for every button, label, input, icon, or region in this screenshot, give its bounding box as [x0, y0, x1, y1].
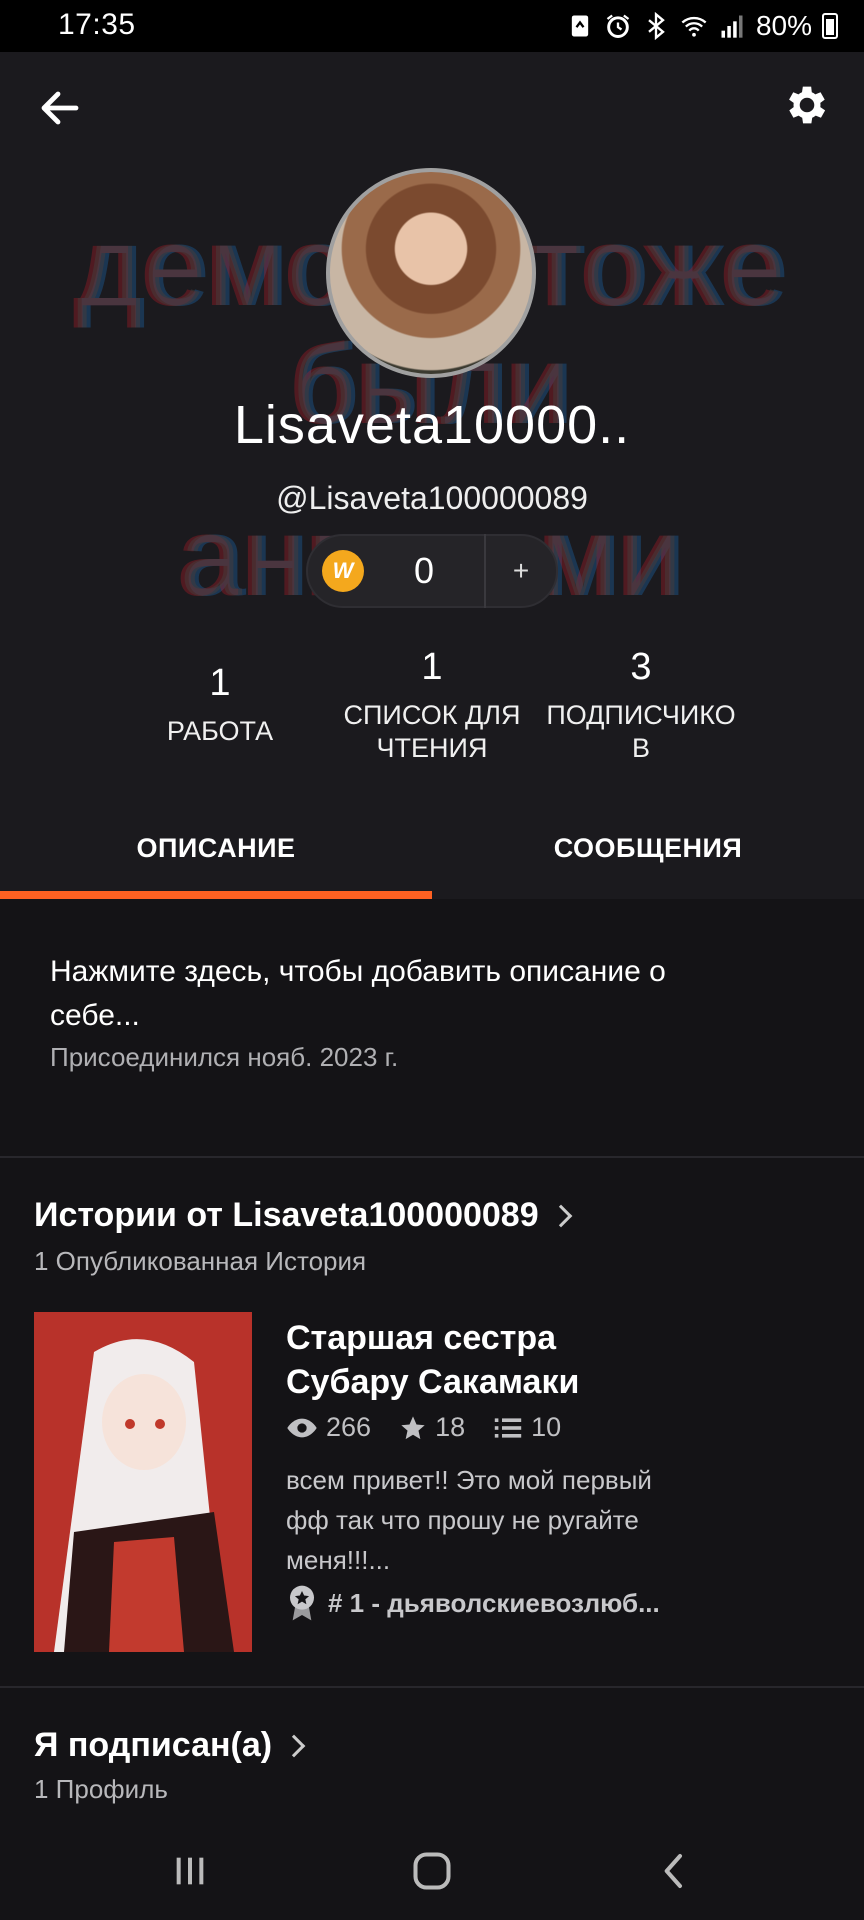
back-button[interactable]: [645, 1846, 705, 1896]
stat-value: 1: [421, 646, 443, 688]
votes-count: 18: [399, 1412, 465, 1443]
ribbon-badge-icon: [290, 1585, 314, 1621]
parts-value: 10: [531, 1412, 562, 1442]
add-coins-button[interactable]: +: [486, 555, 556, 587]
stat-label: РАБОТА: [166, 716, 274, 746]
story-cover[interactable]: [34, 1312, 252, 1652]
back-arrow-icon[interactable]: [36, 84, 84, 132]
add-description-prompt[interactable]: Нажмите здесь, чтобы добавить описание о…: [50, 950, 750, 1038]
following-header[interactable]: Я подписан(а): [34, 1726, 306, 1765]
coin-balance: 0: [413, 550, 435, 591]
parts-count: 10: [493, 1412, 561, 1443]
tab-description[interactable]: ОПИСАНИЕ: [0, 797, 432, 899]
tab-messages[interactable]: СООБЩЕНИЯ: [432, 797, 864, 899]
votes-value: 18: [435, 1412, 466, 1442]
eye-icon: [287, 1418, 317, 1437]
stat-label: ПОДПИСЧИКОВ: [546, 700, 736, 763]
stat-value: 1: [209, 662, 231, 704]
display-name: Lisaveta10000..: [233, 395, 631, 455]
list-icon: [494, 1417, 522, 1438]
stat-works[interactable]: 1 РАБОТА: [140, 662, 300, 748]
signal-icon: [721, 15, 743, 38]
star-icon: [401, 1415, 425, 1439]
story-stats: 266 18 10: [286, 1412, 589, 1443]
home-icon: [413, 1852, 451, 1890]
bluetooth-icon: [648, 12, 665, 40]
alarm-icon: [606, 14, 630, 38]
coins-widget: W 0 +: [306, 534, 558, 608]
about-section[interactable]: Нажмите здесь, чтобы добавить описание о…: [50, 950, 750, 1073]
reads-value: 266: [326, 1412, 372, 1442]
section-divider: [0, 1686, 864, 1688]
home-button[interactable]: [402, 1846, 462, 1896]
status-time: 17:35: [58, 8, 136, 41]
stat-reading-lists[interactable]: 1 СПИСОК ДЛЯ ЧТЕНИЯ: [336, 646, 528, 765]
recycle-icon: [571, 15, 589, 37]
gear-icon[interactable]: [782, 80, 832, 130]
chevron-right-icon: [282, 1734, 306, 1757]
chevron-right-icon: [549, 1204, 572, 1227]
story-ranking[interactable]: # 1 - дьяволскиевозлюб...: [286, 1584, 660, 1622]
story-description: всем привет!! Это мой первый фф так что …: [286, 1465, 652, 1575]
stories-count: 1 Опубликованная История: [34, 1246, 367, 1276]
username-handle: @Lisaveta100000089: [276, 480, 588, 516]
recent-apps-icon: [176, 1857, 204, 1885]
wifi-icon: [681, 16, 707, 37]
reads-count: 266: [286, 1412, 371, 1443]
system-nav-bar: [0, 1820, 864, 1920]
story-cover-art: [34, 1312, 252, 1652]
stories-header[interactable]: Истории от Lisaveta100000089: [34, 1196, 572, 1235]
joined-date: Присоединился нояб. 2023 г.: [50, 1042, 399, 1072]
section-divider: [0, 1156, 864, 1158]
recent-apps-button[interactable]: [160, 1846, 220, 1896]
following-title: Я подписан(а): [34, 1726, 273, 1764]
stat-value: 3: [630, 646, 652, 688]
stat-label: СПИСОК ДЛЯ ЧТЕНИЯ: [343, 700, 521, 763]
story-title[interactable]: Старшая сестра Субару Сакамаки: [286, 1316, 686, 1404]
ranking-text: # 1 - дьяволскиевозлюб...: [328, 1587, 660, 1618]
coin-icon: W: [322, 550, 364, 592]
battery-icon: [822, 13, 838, 39]
profile-header: демоны тоже были ангелами Lisaveta10000.…: [0, 52, 864, 797]
profile-tabs: ОПИСАНИЕ СООБЩЕНИЯ: [0, 797, 864, 899]
battery-percent: 80%: [755, 10, 812, 41]
status-bar: 17:35 80%: [0, 0, 864, 52]
stat-followers[interactable]: 3 ПОДПИСЧИКОВ: [540, 646, 742, 765]
stories-title: Истории от Lisaveta100000089: [34, 1196, 539, 1234]
status-icons: 80%: [566, 10, 838, 42]
following-count: 1 Профиль: [34, 1774, 168, 1804]
back-chevron-icon: [664, 1854, 682, 1888]
avatar[interactable]: [326, 168, 536, 378]
